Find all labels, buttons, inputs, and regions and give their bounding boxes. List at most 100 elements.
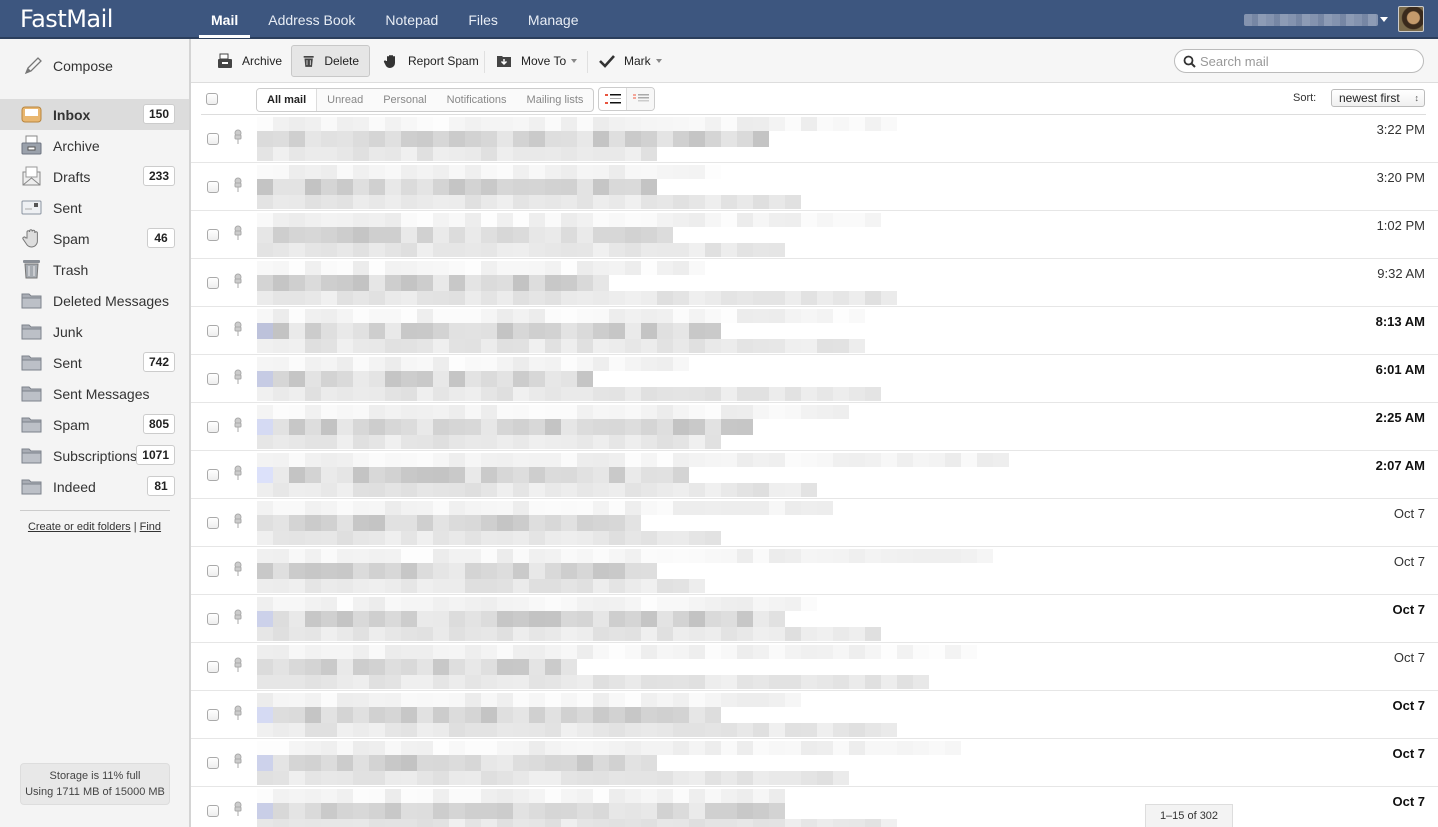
message-checkbox[interactable] bbox=[207, 277, 219, 289]
pagination-count: 1–15 of 302 bbox=[1145, 804, 1233, 827]
message-checkbox[interactable] bbox=[207, 565, 219, 577]
message-checkbox[interactable] bbox=[207, 661, 219, 673]
tab-notepad[interactable]: Notepad bbox=[373, 0, 450, 38]
list-expanded-icon bbox=[604, 94, 621, 104]
user-name-redacted[interactable] bbox=[1244, 14, 1378, 26]
tab-files[interactable]: Files bbox=[456, 0, 510, 38]
select-all-checkbox[interactable] bbox=[206, 93, 218, 105]
pin-icon[interactable] bbox=[232, 177, 244, 193]
message-row[interactable]: Oct 7 bbox=[191, 691, 1438, 739]
filter-personal[interactable]: Personal bbox=[373, 89, 436, 111]
pin-icon[interactable] bbox=[232, 753, 244, 769]
message-row[interactable]: Oct 7 bbox=[191, 787, 1438, 827]
message-checkbox[interactable] bbox=[207, 805, 219, 817]
message-row[interactable]: 8:13 AM bbox=[191, 307, 1438, 355]
message-checkbox[interactable] bbox=[207, 325, 219, 337]
message-checkbox[interactable] bbox=[207, 469, 219, 481]
sidebar-folder-junk[interactable]: Junk bbox=[0, 316, 189, 347]
message-checkbox[interactable] bbox=[207, 709, 219, 721]
message-row[interactable]: 2:07 AM bbox=[191, 451, 1438, 499]
sidebar-divider bbox=[20, 510, 170, 511]
sidebar-folder-sent[interactable]: Sent bbox=[0, 192, 189, 223]
message-checkbox[interactable] bbox=[207, 229, 219, 241]
toolbar-divider bbox=[587, 51, 588, 73]
avatar[interactable] bbox=[1398, 6, 1424, 32]
message-row[interactable]: Oct 7 bbox=[191, 499, 1438, 547]
report-spam-button[interactable]: Report Spam bbox=[373, 45, 489, 77]
pin-icon[interactable] bbox=[232, 705, 244, 721]
sort-select[interactable]: newest first bbox=[1331, 89, 1425, 107]
message-checkbox[interactable] bbox=[207, 757, 219, 769]
pin-icon[interactable] bbox=[232, 609, 244, 625]
pin-icon[interactable] bbox=[232, 465, 244, 481]
message-date: 2:25 AM bbox=[1375, 410, 1425, 425]
sidebar-folder-trash[interactable]: Trash bbox=[0, 254, 189, 285]
folder-icon bbox=[21, 293, 42, 309]
archive-icon bbox=[218, 53, 232, 68]
message-row[interactable]: Oct 7 bbox=[191, 547, 1438, 595]
sidebar-folder-spam[interactable]: Spam 46 bbox=[0, 223, 189, 254]
chevron-down-icon[interactable] bbox=[1380, 17, 1388, 22]
message-row[interactable]: 3:20 PM bbox=[191, 163, 1438, 211]
view-compact-button[interactable] bbox=[626, 88, 654, 110]
message-checkbox[interactable] bbox=[207, 181, 219, 193]
folder-list: Inbox 150 Archive Drafts 233 Sent Spam 46 Trash D… bbox=[0, 99, 189, 502]
message-row[interactable]: 2:25 AM bbox=[191, 403, 1438, 451]
sidebar-folder-drafts[interactable]: Drafts 233 bbox=[0, 161, 189, 192]
pin-icon[interactable] bbox=[232, 225, 244, 241]
sidebar-folder-sent[interactable]: Sent 742 bbox=[0, 347, 189, 378]
pin-icon[interactable] bbox=[232, 561, 244, 577]
filter-notifications[interactable]: Notifications bbox=[437, 89, 517, 111]
move-to-label: Move To bbox=[521, 54, 567, 68]
folder-label: Spam bbox=[53, 416, 90, 433]
sidebar-folder-subscriptions[interactable]: Subscriptions 1071 bbox=[0, 440, 189, 471]
view-expanded-button[interactable] bbox=[599, 88, 626, 110]
mark-button[interactable]: Mark bbox=[589, 45, 672, 77]
message-date: 3:22 PM bbox=[1376, 122, 1425, 137]
pin-icon[interactable] bbox=[232, 513, 244, 529]
tab-mail[interactable]: Mail bbox=[199, 0, 251, 38]
archive-button[interactable]: Archive bbox=[207, 45, 292, 77]
sidebar-folder-sent-messages[interactable]: Sent Messages bbox=[0, 378, 189, 409]
sidebar-folder-archive[interactable]: Archive bbox=[0, 130, 189, 161]
pin-icon[interactable] bbox=[232, 657, 244, 673]
message-checkbox[interactable] bbox=[207, 613, 219, 625]
sidebar-folder-spam[interactable]: Spam 805 bbox=[0, 409, 189, 440]
message-row[interactable]: Oct 7 bbox=[191, 595, 1438, 643]
filter-unread[interactable]: Unread bbox=[317, 89, 373, 111]
message-row[interactable]: Oct 7 bbox=[191, 739, 1438, 787]
create-edit-folders-link[interactable]: Create or edit folders bbox=[28, 521, 131, 533]
message-checkbox[interactable] bbox=[207, 133, 219, 145]
filter-all-mail[interactable]: All mail bbox=[257, 89, 318, 111]
move-to-button[interactable]: Move To bbox=[486, 45, 587, 77]
message-date: 2:07 AM bbox=[1375, 458, 1425, 473]
pin-icon[interactable] bbox=[232, 369, 244, 385]
message-checkbox[interactable] bbox=[207, 421, 219, 433]
pin-icon[interactable] bbox=[232, 801, 244, 817]
compose-button[interactable]: Compose bbox=[22, 55, 113, 77]
filter-mailing-lists[interactable]: Mailing lists bbox=[517, 89, 594, 111]
sidebar-folder-deleted-messages[interactable]: Deleted Messages bbox=[0, 285, 189, 316]
pin-icon[interactable] bbox=[232, 273, 244, 289]
message-row[interactable]: 9:32 AM bbox=[191, 259, 1438, 307]
sidebar-folder-inbox[interactable]: Inbox 150 bbox=[0, 99, 189, 130]
search-box[interactable] bbox=[1174, 49, 1424, 73]
message-checkbox[interactable] bbox=[207, 373, 219, 385]
find-link[interactable]: Find bbox=[140, 521, 161, 533]
message-row[interactable]: Oct 7 bbox=[191, 643, 1438, 691]
redacted-message-preview bbox=[257, 453, 1009, 497]
message-row[interactable]: 3:22 PM bbox=[191, 115, 1438, 163]
pin-icon[interactable] bbox=[232, 321, 244, 337]
tab-manage[interactable]: Manage bbox=[516, 0, 591, 38]
sidebar-folder-indeed[interactable]: Indeed 81 bbox=[0, 471, 189, 502]
message-checkbox[interactable] bbox=[207, 517, 219, 529]
message-row[interactable]: 1:02 PM bbox=[191, 211, 1438, 259]
pin-icon[interactable] bbox=[232, 129, 244, 145]
pin-icon[interactable] bbox=[232, 417, 244, 433]
message-row[interactable]: 6:01 AM bbox=[191, 355, 1438, 403]
inbox-icon bbox=[21, 106, 42, 123]
delete-button[interactable]: Delete bbox=[291, 45, 370, 77]
search-input[interactable] bbox=[1200, 53, 1410, 69]
app-logo[interactable]: FastMail bbox=[20, 5, 113, 33]
tab-address-book[interactable]: Address Book bbox=[256, 0, 367, 38]
